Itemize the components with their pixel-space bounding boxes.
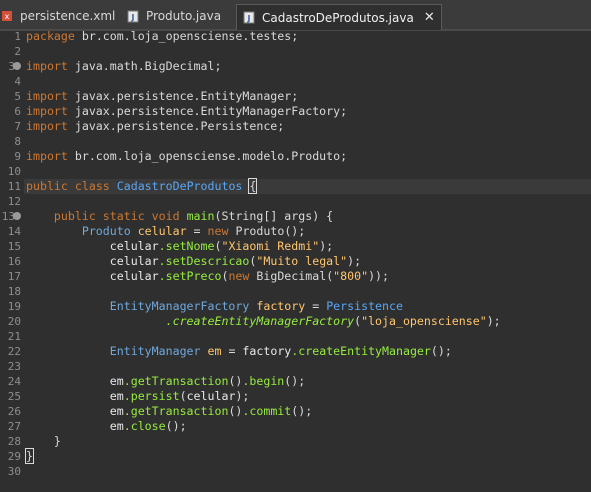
- code-line: EntityManager em = factory.createEntityM…: [109, 344, 452, 358]
- line-number: 26: [7, 405, 21, 418]
- line-number: 16: [7, 255, 21, 268]
- line-number: 21: [7, 330, 21, 343]
- tab-label: Produto.java: [146, 9, 222, 23]
- svg-text:J: J: [131, 13, 135, 22]
- line-number: 19: [7, 300, 21, 313]
- tab-label: persistence.xml: [20, 9, 116, 23]
- code-line: package br.com.loja_opensciense.testes;: [26, 29, 299, 43]
- fold-icon[interactable]: [13, 212, 21, 220]
- svg-text:x: x: [5, 12, 10, 21]
- java-file-icon: J: [126, 9, 140, 23]
- code-line: Produto celular = new Produto();: [81, 224, 306, 238]
- code-line: em.getTransaction().commit();: [109, 404, 313, 418]
- code-line: }: [25, 448, 34, 464]
- line-number: 1: [14, 30, 21, 43]
- code-editor[interactable]: 1 2 3 4 5 6 7 8 9 10 11 12 13 14 15 16 1…: [0, 29, 591, 492]
- line-number: 18: [7, 285, 21, 298]
- tab-label: CadastroDeProdutos.java: [262, 10, 414, 25]
- java-file-icon: J: [242, 11, 256, 25]
- code-line: }: [53, 434, 61, 448]
- line-number: 30: [7, 465, 21, 478]
- tab-persistence-xml[interactable]: x persistence.xml: [0, 4, 115, 28]
- line-number: 11: [7, 180, 21, 193]
- code-line: celular.setNome("Xiaomi Redmi");: [109, 239, 334, 253]
- code-line: celular.setPreco(new BigDecimal("800"));: [109, 269, 390, 283]
- tab-cadastrodeprodutos-java[interactable]: J CadastroDeProdutos.java ✕: [236, 4, 442, 30]
- line-number: 5: [14, 90, 21, 103]
- code-line: celular.setDescricao("Muito legal");: [109, 254, 362, 268]
- line-number: 12: [7, 195, 21, 208]
- fold-icon[interactable]: [13, 62, 21, 70]
- xml-file-icon: x: [0, 9, 14, 23]
- close-icon[interactable]: ✕: [424, 10, 435, 25]
- line-number: 14: [7, 225, 21, 238]
- line-number: 23: [7, 360, 21, 373]
- line-number: 6: [14, 105, 21, 118]
- code-line: import java.math.BigDecimal;: [26, 59, 222, 73]
- line-number: 15: [7, 240, 21, 253]
- line-number: 17: [7, 270, 21, 283]
- line-number: 20: [7, 315, 21, 328]
- code-line: em.getTransaction().begin();: [109, 374, 306, 388]
- line-number: 28: [7, 435, 21, 448]
- line-number: 24: [7, 375, 21, 388]
- line-number: 2: [14, 45, 21, 58]
- code-line: public class CadastroDeProdutos {: [26, 178, 258, 194]
- line-number: 10: [7, 165, 21, 178]
- svg-text:J: J: [247, 14, 251, 23]
- line-number: 29: [7, 450, 21, 463]
- tab-produto-java[interactable]: J Produto.java: [126, 4, 221, 28]
- code-line: import javax.persistence.Persistence;: [26, 119, 285, 133]
- line-number: 25: [7, 390, 21, 403]
- code-line: em.close();: [109, 419, 187, 433]
- code-line: em.persist(celular);: [109, 389, 250, 403]
- line-number: 7: [14, 120, 21, 133]
- text-cursor: [256, 180, 258, 193]
- line-number: 9: [14, 150, 21, 163]
- code-line: import javax.persistence.EntityManager;: [26, 89, 299, 103]
- line-number: 4: [14, 75, 21, 88]
- code-line: public static void main(String[] args) {: [53, 209, 334, 223]
- line-number: 22: [7, 345, 21, 358]
- code-line: .createEntityManagerFactory("loja_opensc…: [165, 314, 501, 328]
- code-line: EntityManagerFactory factory = Persisten…: [109, 299, 403, 313]
- code-line: import br.com.loja_opensciense.modelo.Pr…: [26, 149, 348, 163]
- line-number: 27: [7, 420, 21, 433]
- editor-tab-bar: x persistence.xml J Produto.java J Cadas…: [0, 0, 591, 31]
- code-line: import javax.persistence.EntityManagerFa…: [26, 104, 348, 118]
- line-number: 8: [14, 135, 21, 148]
